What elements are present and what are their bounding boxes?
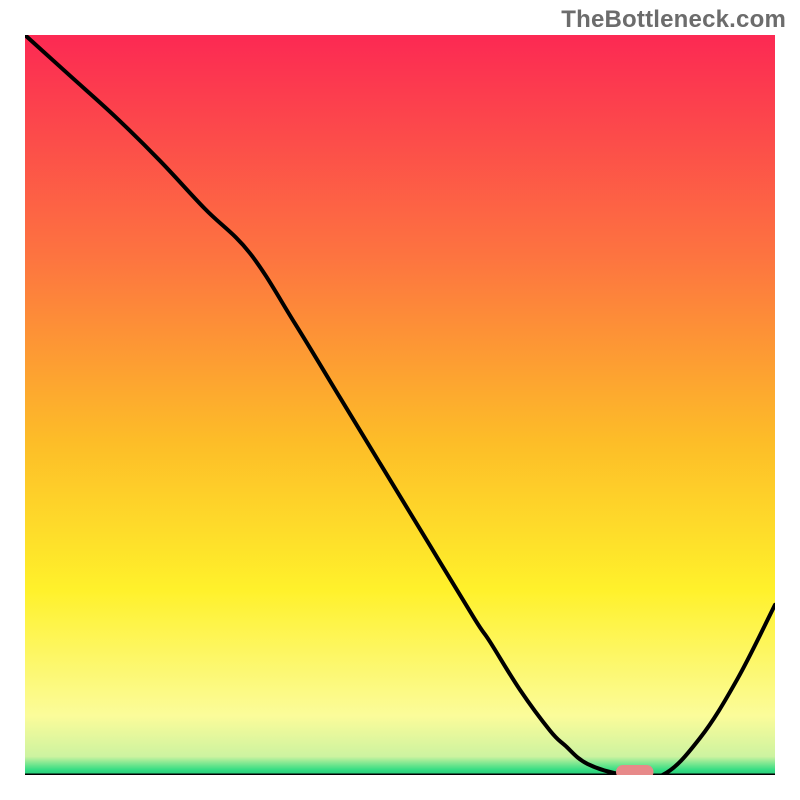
chart-container: TheBottleneck.com xyxy=(0,0,800,800)
optimal-marker xyxy=(616,765,654,775)
watermark-text: TheBottleneck.com xyxy=(561,6,786,34)
plot-area xyxy=(25,35,775,775)
chart-background xyxy=(25,35,775,775)
chart-svg xyxy=(25,35,775,775)
